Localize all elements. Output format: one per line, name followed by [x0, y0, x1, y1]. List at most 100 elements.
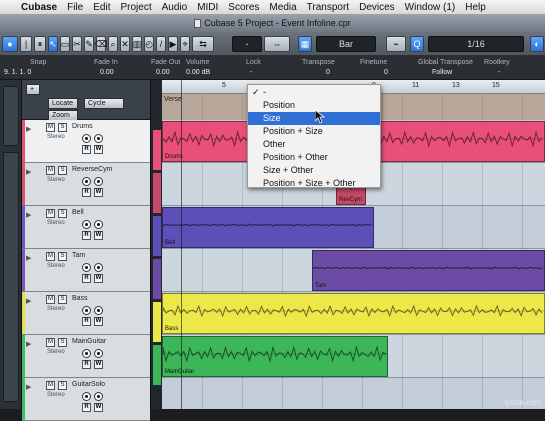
dropdown-option-position-other[interactable]: Position + Other	[248, 151, 380, 164]
mute-button[interactable]: M	[46, 166, 55, 175]
track-name[interactable]: ReverseCym	[72, 166, 112, 173]
expand-arrow-icon[interactable]: ▶	[26, 168, 31, 176]
snap-on-icon[interactable]: ▦	[298, 36, 312, 52]
menu-scores[interactable]: Scores	[223, 2, 264, 13]
read-automation-button[interactable]: R	[82, 274, 91, 283]
track-name[interactable]: Tam	[72, 252, 85, 259]
menu-media[interactable]: Media	[264, 2, 301, 13]
menu-midi[interactable]: MIDI	[192, 2, 223, 13]
solo-button[interactable]: S	[58, 338, 67, 347]
dropdown-option-size-other[interactable]: Size + Other	[248, 164, 380, 177]
audio-event[interactable]: MainGuitar	[162, 336, 388, 377]
line-tool-icon[interactable]: /	[156, 36, 166, 52]
menu-transport[interactable]: Transport	[302, 2, 354, 13]
info-value-snap[interactable]: 9. 1. 1. 0	[4, 69, 31, 76]
object-selection-tool-icon[interactable]: ↖	[48, 36, 58, 52]
constrain-delay-button[interactable]: |	[20, 36, 32, 52]
read-automation-button[interactable]: R	[82, 188, 91, 197]
monitor-icon[interactable]	[94, 134, 103, 143]
expand-arrow-icon[interactable]: ▶	[26, 340, 31, 348]
inspector-panel-top[interactable]	[3, 86, 19, 146]
write-automation-button[interactable]: W	[94, 188, 103, 197]
track-name[interactable]: Bass	[72, 295, 88, 302]
write-automation-button[interactable]: W	[94, 145, 103, 154]
expand-arrow-icon[interactable]: ▶	[26, 297, 31, 305]
draw-tool-icon[interactable]: ✎	[84, 36, 94, 52]
track-row[interactable]: ▶MSBassStereoRW	[22, 292, 150, 335]
color-menu-icon[interactable]: ◐	[530, 36, 544, 52]
dropdown-option-position[interactable]: Position	[248, 99, 380, 112]
write-automation-button[interactable]: W	[94, 360, 103, 369]
read-automation-button[interactable]: R	[82, 360, 91, 369]
audio-event[interactable]: Tam	[312, 250, 545, 291]
quantize-icon[interactable]: Q	[410, 36, 424, 52]
read-automation-button[interactable]: R	[82, 231, 91, 240]
solo-button[interactable]: S	[58, 252, 67, 261]
erase-tool-icon[interactable]: ⌫	[96, 36, 106, 52]
inspector-panel-bottom[interactable]	[3, 152, 19, 402]
expand-arrow-icon[interactable]: ▶	[26, 125, 31, 133]
dropdown-option-size[interactable]: Size	[248, 112, 380, 125]
menu-devices[interactable]: Devices	[354, 2, 400, 13]
track-row[interactable]: ▶MSMainGuitarStereoRW	[22, 335, 150, 378]
nudge-selector[interactable]: -	[232, 36, 262, 52]
snap-to-zero-button[interactable]: ⌁	[386, 36, 406, 52]
dropdown-option-none[interactable]: ✓-	[248, 86, 380, 99]
dropdown-option-position-size-other[interactable]: Position + Size + Other	[248, 177, 380, 190]
write-automation-button[interactable]: W	[94, 274, 103, 283]
expand-arrow-icon[interactable]: ▶	[26, 383, 31, 391]
project-cursor[interactable]	[181, 80, 182, 409]
dropdown-option-other[interactable]: Other	[248, 138, 380, 151]
solo-button[interactable]: S	[58, 123, 67, 132]
monitor-icon[interactable]	[94, 263, 103, 272]
track-name[interactable]: Bell	[72, 209, 84, 216]
mute-button[interactable]: M	[46, 123, 55, 132]
menu-edit[interactable]: Edit	[88, 2, 115, 13]
range-tool-icon[interactable]: ▭	[60, 36, 70, 52]
monitor-icon[interactable]	[94, 177, 103, 186]
solo-button[interactable]: S	[58, 381, 67, 390]
quantize-preset-select[interactable]: 1/16	[428, 36, 524, 52]
audio-event[interactable]: Bass	[162, 293, 545, 334]
expand-arrow-icon[interactable]: ▶	[26, 211, 31, 219]
record-enable-icon[interactable]	[82, 306, 91, 315]
track-lane[interactable]	[162, 378, 545, 409]
dropdown-option-position-size[interactable]: Position + Size	[248, 125, 380, 138]
track-row[interactable]: ▶MSReverseCymStereoRW	[22, 163, 150, 206]
monitor-icon[interactable]	[94, 349, 103, 358]
activate-project-button[interactable]: ●	[2, 36, 18, 52]
record-enable-icon[interactable]	[82, 220, 91, 229]
solo-button[interactable]: S	[58, 166, 67, 175]
info-value-global-transpose[interactable]: Follow	[432, 69, 452, 76]
info-value-transpose[interactable]: 0	[326, 69, 330, 76]
write-automation-button[interactable]: W	[94, 231, 103, 240]
monitor-icon[interactable]	[94, 220, 103, 229]
monitor-icon[interactable]	[94, 392, 103, 401]
cycle-button[interactable]: Cycle	[84, 98, 124, 109]
info-value-finetune[interactable]: 0	[384, 69, 388, 76]
write-automation-button[interactable]: W	[94, 403, 103, 412]
record-enable-icon[interactable]	[82, 134, 91, 143]
info-value-fade-in[interactable]: 0.00	[100, 69, 114, 76]
track-name[interactable]: MainGuitar	[72, 338, 106, 345]
pause-icon[interactable]: ⏸	[34, 36, 46, 52]
mute-button[interactable]: M	[46, 209, 55, 218]
mute-button[interactable]: M	[46, 252, 55, 261]
track-name[interactable]: GuitarSolo	[72, 381, 105, 388]
mute-button[interactable]: M	[46, 381, 55, 390]
record-enable-icon[interactable]	[82, 349, 91, 358]
track-row[interactable]: ▶MSDrumsStereoRW	[22, 120, 150, 163]
menu-file[interactable]: File	[62, 2, 88, 13]
read-automation-button[interactable]: R	[82, 317, 91, 326]
menu-help[interactable]: Help	[460, 2, 491, 13]
write-automation-button[interactable]: W	[94, 317, 103, 326]
mute-tool-icon[interactable]: ✕	[120, 36, 130, 52]
info-value-rootkey[interactable]: -	[498, 69, 500, 76]
record-enable-icon[interactable]	[82, 263, 91, 272]
track-name[interactable]: Drums	[72, 123, 93, 130]
read-automation-button[interactable]: R	[82, 145, 91, 154]
read-automation-button[interactable]: R	[82, 403, 91, 412]
snap-toggle-button[interactable]: ⇔	[264, 36, 290, 52]
solo-button[interactable]: S	[58, 209, 67, 218]
audio-event[interactable]: Bell	[162, 207, 374, 248]
